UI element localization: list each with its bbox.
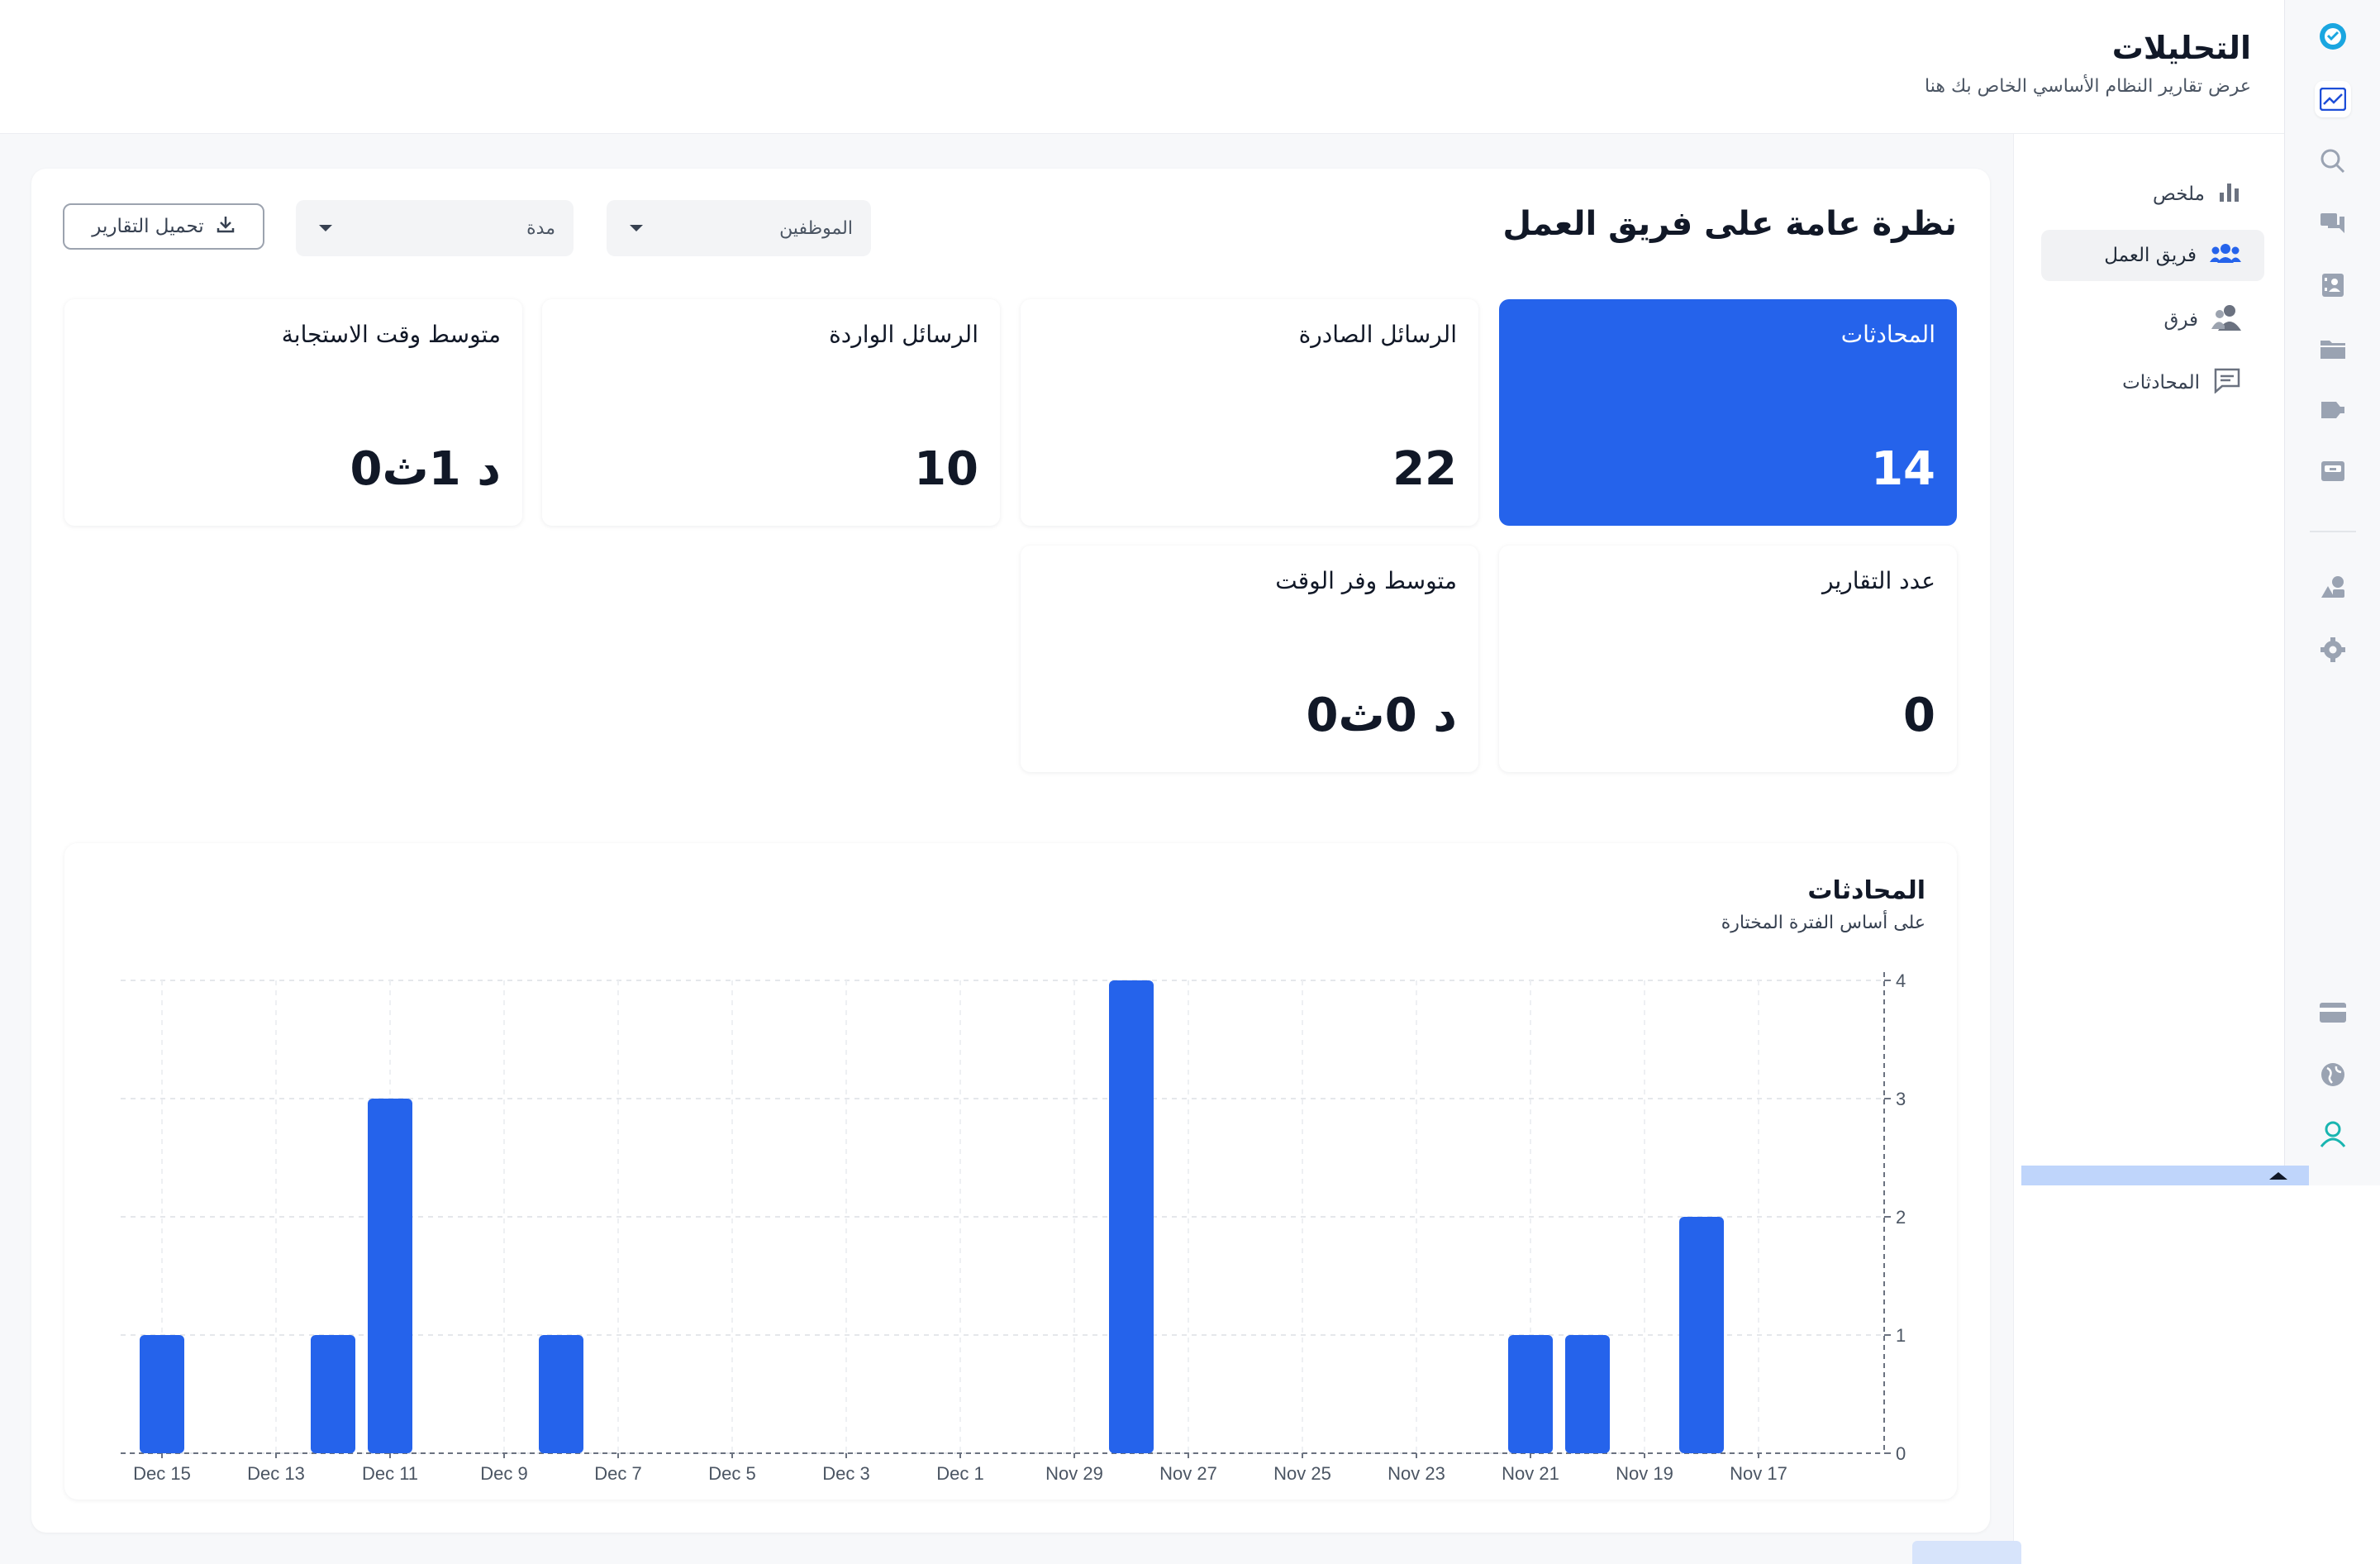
- subnav-label-team: فريق العمل: [2104, 245, 2197, 266]
- subnav-item-summary[interactable]: ملخص: [2041, 169, 2264, 220]
- stat-card-avg-time-saved[interactable]: متوسط وفر الوقت 0د 0ث: [1021, 546, 1478, 772]
- chevron-down-icon: [319, 225, 332, 231]
- bar-chart-icon: [2218, 181, 2241, 207]
- y-tick-label: 3: [1896, 1089, 1906, 1109]
- x-tick-label: Nov 29: [1045, 1463, 1103, 1484]
- x-tick-label: Dec 15: [133, 1463, 191, 1484]
- archive-icon[interactable]: [2315, 453, 2351, 489]
- chart-bar: [311, 1335, 355, 1453]
- x-tick-label: Dec 7: [594, 1463, 641, 1484]
- subnav-item-conversations[interactable]: المحادثات: [2041, 357, 2264, 408]
- stat-label: الرسائل الواردة: [829, 321, 978, 348]
- billing-icon[interactable]: [2315, 994, 2351, 1031]
- stat-value: 0د 0ث: [1306, 689, 1457, 742]
- stat-label: متوسط وقت الاستجابة: [281, 321, 501, 348]
- user-profile-icon[interactable]: [2315, 1116, 2351, 1152]
- stat-card-reports-count[interactable]: عدد التقارير 0: [1499, 546, 1957, 772]
- employees-select[interactable]: الموظفين: [607, 200, 871, 256]
- download-reports-button[interactable]: تحميل التقارير: [63, 203, 264, 250]
- x-tick-label: Dec 3: [822, 1463, 869, 1484]
- x-tick-label: Nov 27: [1159, 1463, 1217, 1484]
- chart-bar: [368, 1099, 412, 1453]
- app-logo-icon[interactable]: [2315, 18, 2351, 55]
- chevron-up-icon[interactable]: [2269, 1172, 2287, 1180]
- x-tick-label: Nov 19: [1616, 1463, 1673, 1484]
- x-tick-label: Nov 21: [1502, 1463, 1559, 1484]
- x-tick-label: Dec 5: [708, 1463, 755, 1484]
- search-icon[interactable]: [2315, 143, 2351, 179]
- stat-label: المحادثات: [1840, 321, 1935, 348]
- team-overview-card: نظرة عامة على فريق العمل الموظفين مدة تح…: [31, 169, 1990, 1533]
- chevron-down-icon: [630, 225, 643, 231]
- stat-card-avg-response-time[interactable]: متوسط وقت الاستجابة 0د 1ث: [64, 299, 522, 526]
- chart-bar: [1565, 1335, 1610, 1453]
- stat-card-conversations[interactable]: المحادثات 14: [1499, 299, 1957, 526]
- folder-icon[interactable]: [2315, 331, 2351, 367]
- conversations-bar-chart: 0 1 2 3 4 Dec 15 Dec 13 Dec 11 Dec 9 Dec 7 Dec 5 De…: [121, 970, 1906, 1484]
- x-tick-label: Dec 9: [480, 1463, 527, 1484]
- stat-label: الرسائل الصادرة: [1298, 321, 1457, 348]
- stat-value: 14: [1871, 442, 1935, 496]
- y-tick-label: 4: [1896, 970, 1906, 991]
- subnav-label-conversations: المحادثات: [2122, 372, 2200, 393]
- chart-bar: [1679, 1217, 1724, 1453]
- subnav-label-groups: فرق: [2163, 309, 2198, 331]
- shapes-icon[interactable]: [2315, 569, 2351, 605]
- stat-value: 0: [1903, 689, 1935, 742]
- chart-bar: [1109, 980, 1154, 1453]
- y-tick-label: 2: [1896, 1207, 1906, 1228]
- subnav-label-summary: ملخص: [2153, 184, 2205, 205]
- stat-value: 0د 1ث: [350, 442, 501, 496]
- page-title: التحليلات: [2111, 30, 2251, 66]
- rail-divider: [2310, 531, 2356, 532]
- team-icon: [2210, 242, 2241, 269]
- stat-card-outgoing-messages[interactable]: الرسائل الصادرة 22: [1021, 299, 1478, 526]
- page-subtitle: عرض تقارير النظام الأساسي الخاص بك هنا: [1925, 76, 2251, 97]
- chart-bar: [1508, 1335, 1553, 1453]
- bottom-tab-stub: [1912, 1541, 2021, 1564]
- page-header: التحليلات عرض تقارير النظام الأساسي الخا…: [0, 0, 2284, 134]
- stat-label: عدد التقارير: [1822, 567, 1935, 594]
- globe-icon[interactable]: [2315, 1056, 2351, 1093]
- campaign-icon[interactable]: [2315, 392, 2351, 428]
- subnav-item-team[interactable]: فريق العمل: [2041, 230, 2264, 281]
- stat-value: 10: [914, 442, 978, 496]
- download-reports-label: تحميل التقارير: [92, 216, 204, 237]
- stat-card-incoming-messages[interactable]: الرسائل الواردة 10: [542, 299, 1000, 526]
- chart-bar: [539, 1335, 583, 1453]
- conversations-chart-card: المحادثات على أساس الفترة المختارة 01234…: [64, 843, 1957, 1500]
- chart-bar: [140, 1335, 184, 1453]
- conversation-icon: [2213, 367, 2241, 398]
- employees-select-value: الموظفين: [779, 217, 853, 239]
- collapse-panel-bar[interactable]: [2021, 1166, 2309, 1185]
- x-tick-label: Nov 23: [1388, 1463, 1445, 1484]
- stat-value: 22: [1392, 442, 1457, 496]
- x-tick-label: Nov 25: [1273, 1463, 1331, 1484]
- x-tick-label: Dec 1: [936, 1463, 983, 1484]
- y-tick-label: 1: [1896, 1325, 1906, 1346]
- section-title: نظرة عامة على فريق العمل: [1502, 205, 1957, 243]
- x-tick-label: Nov 17: [1730, 1463, 1787, 1484]
- groups-icon: [2211, 303, 2241, 336]
- x-tick-label: Dec 13: [247, 1463, 305, 1484]
- period-select-value: مدة: [526, 217, 555, 239]
- subnav-item-groups[interactable]: فرق: [2041, 294, 2264, 346]
- download-icon: [216, 214, 236, 239]
- overlay-panel: [2021, 1185, 2380, 1564]
- analytics-icon[interactable]: [2315, 81, 2351, 117]
- stat-label: متوسط وفر الوقت: [1275, 567, 1457, 594]
- x-tick-label: Dec 11: [362, 1463, 418, 1484]
- y-tick-label: 0: [1896, 1443, 1906, 1464]
- settings-icon[interactable]: [2315, 632, 2351, 668]
- contacts-icon[interactable]: [2315, 267, 2351, 303]
- chat-bubbles-icon[interactable]: [2315, 206, 2351, 242]
- period-select[interactable]: مدة: [296, 200, 574, 256]
